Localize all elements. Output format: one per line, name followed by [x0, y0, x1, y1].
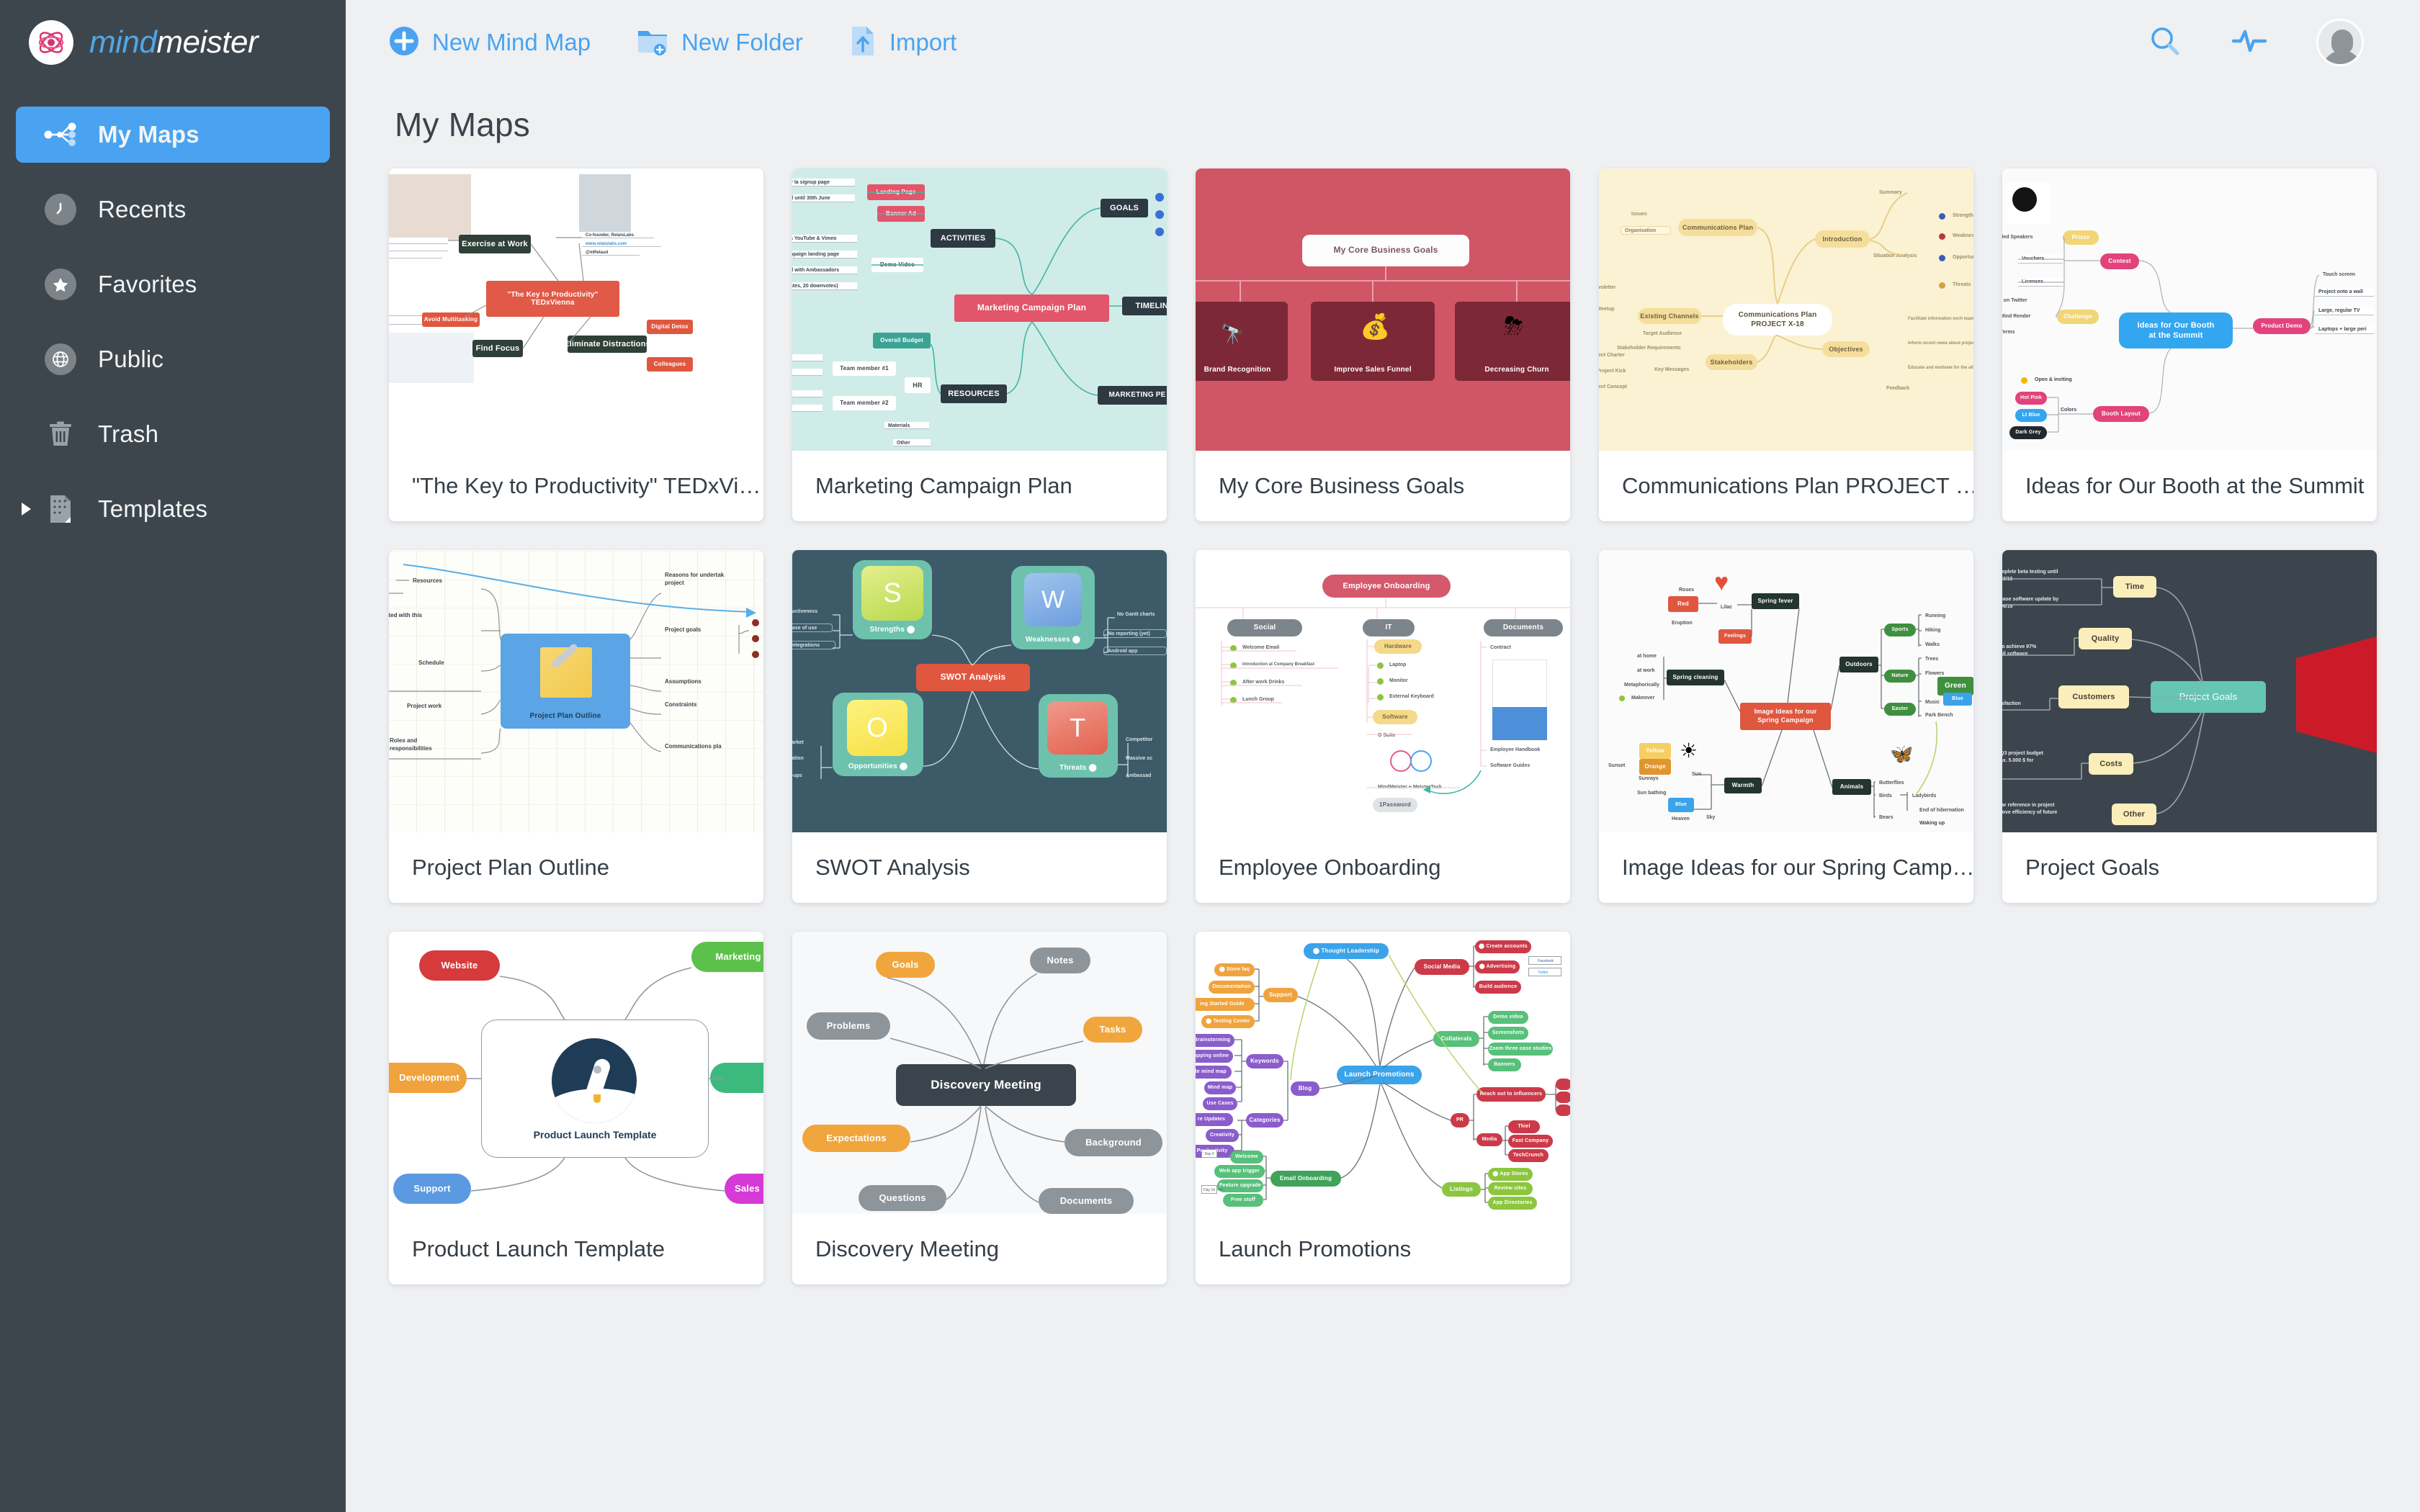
- map-card[interactable]: Issues Organisation Communications Plan …: [1599, 168, 1973, 521]
- search-icon[interactable]: [2148, 24, 2182, 62]
- templates-icon: [43, 492, 78, 526]
- clock-icon: [43, 192, 78, 227]
- sidebar: mindmeister My Maps: [0, 0, 346, 1512]
- map-card[interactable]: Strengths ⬤ S Weaknesses ⬤ W SWOT Analys…: [792, 550, 1167, 903]
- map-card[interactable]: ⬤ Thought Leadership Social Media ⬤ Crea…: [1196, 932, 1570, 1284]
- main-area: New Mind Map New Folder: [346, 0, 2420, 1512]
- map-thumbnail: Website Marketing Development Support Sa…: [389, 932, 763, 1214]
- sidebar-item-favorites[interactable]: Favorites: [16, 256, 330, 312]
- map-thumbnail: ⬤ Thought Leadership Social Media ⬤ Crea…: [1196, 932, 1570, 1214]
- new-folder-label: New Folder: [681, 29, 803, 56]
- map-title: Employee Onboarding: [1196, 832, 1570, 903]
- connector-lines: [2002, 168, 2377, 451]
- map-title: Ideas for Our Booth at the Summit: [2002, 451, 2377, 521]
- map-thumbnail: y la signup page d until 30th June Landi…: [792, 168, 1167, 451]
- map-title: Project Goals: [2002, 832, 2377, 903]
- sidebar-item-label: Trash: [98, 420, 158, 448]
- content-area: My Maps Exercise at Work Co-founder, Rel…: [346, 85, 2420, 1512]
- map-thumbnail: Goals Notes Problems Tasks Discovery Mee…: [792, 932, 1167, 1214]
- map-card[interactable]: Exercise at Work Co-founder, RelaisLabs …: [389, 168, 763, 521]
- connector-lines: [1599, 168, 1973, 451]
- map-card[interactable]: My Core Business Goals Brand Recognition…: [1196, 168, 1570, 521]
- connector-lines: [389, 550, 763, 832]
- connector-lines: [1599, 550, 1973, 832]
- sidebar-item-label: Recents: [98, 196, 186, 223]
- mindmap-icon: [43, 117, 78, 152]
- chevron-right-icon[interactable]: [22, 503, 31, 516]
- connector-lines: [1196, 550, 1570, 832]
- connector-lines: [389, 168, 763, 451]
- import-button[interactable]: Import: [849, 25, 957, 60]
- map-card[interactable]: ♥ Roses Red Eruption Lilac Spring fever …: [1599, 550, 1973, 903]
- activity-pulse-icon[interactable]: [2231, 25, 2267, 60]
- connector-lines: [2002, 550, 2377, 832]
- map-title: Discovery Meeting: [792, 1214, 1167, 1284]
- sidebar-item-my-maps[interactable]: My Maps: [16, 107, 330, 163]
- upload-file-icon: [849, 25, 877, 60]
- sidebar-item-templates[interactable]: Templates: [16, 481, 330, 537]
- map-thumbnail: Exercise at Work Co-founder, RelaisLabs …: [389, 168, 763, 451]
- map-card[interactable]: Resources ated with this Schedule Projec…: [389, 550, 763, 903]
- mindmeister-atom-logo: [29, 20, 73, 65]
- star-icon: [43, 267, 78, 302]
- map-card[interactable]: y la signup page d until 30th June Landi…: [792, 168, 1167, 521]
- brand-wordmark: mindmeister: [89, 24, 258, 60]
- trash-icon: [43, 417, 78, 451]
- map-title: Marketing Campaign Plan: [792, 451, 1167, 521]
- map-title: SWOT Analysis: [792, 832, 1167, 903]
- folder-plus-icon: [637, 27, 668, 59]
- connector-lines: [1196, 168, 1570, 451]
- new-mind-map-label: New Mind Map: [432, 29, 591, 56]
- maps-grid: Exercise at Work Co-founder, RelaisLabs …: [389, 168, 2377, 1284]
- map-title: My Core Business Goals: [1196, 451, 1570, 521]
- sidebar-item-label: My Maps: [98, 121, 200, 148]
- map-title: Image Ideas for our Spring Camp…: [1599, 832, 1973, 903]
- toolbar: New Mind Map New Folder: [346, 0, 2420, 85]
- plus-circle-icon: [389, 26, 419, 60]
- connector-lines: [1196, 932, 1570, 1214]
- connector-lines: [792, 550, 1167, 832]
- map-card[interactable]: Goals Notes Problems Tasks Discovery Mee…: [792, 932, 1167, 1284]
- map-thumbnail: mplete beta testing until03/16 ease soft…: [2002, 550, 2377, 832]
- map-card[interactable]: Employee Onboarding Social IT Documents …: [1196, 550, 1570, 903]
- map-title: Communications Plan PROJECT …: [1599, 451, 1973, 521]
- sidebar-item-label: Templates: [98, 495, 207, 523]
- new-folder-button[interactable]: New Folder: [637, 27, 803, 59]
- import-label: Import: [889, 29, 957, 56]
- page-title: My Maps: [395, 105, 2377, 144]
- sidebar-item-trash[interactable]: Trash: [16, 406, 330, 462]
- map-thumbnail: Issues Organisation Communications Plan …: [1599, 168, 1973, 451]
- globe-icon: [43, 342, 78, 377]
- connector-lines: [792, 168, 1167, 451]
- map-thumbnail: Strengths ⬤ S Weaknesses ⬤ W SWOT Analys…: [792, 550, 1167, 832]
- brand-name-part1: mind: [89, 24, 156, 60]
- sidebar-item-label: Public: [98, 346, 163, 373]
- sidebar-item-recents[interactable]: Recents: [16, 181, 330, 238]
- map-title: Product Launch Template: [389, 1214, 763, 1284]
- sidebar-item-label: Favorites: [98, 271, 197, 298]
- user-avatar-icon[interactable]: [2316, 19, 2364, 66]
- mindmeister-app: mindmeister My Maps: [0, 0, 2420, 1512]
- map-thumbnail: My Core Business Goals Brand Recognition…: [1196, 168, 1570, 451]
- map-thumbnail: Resources ated with this Schedule Projec…: [389, 550, 763, 832]
- new-mind-map-button[interactable]: New Mind Map: [389, 26, 591, 60]
- connector-lines: [389, 932, 763, 1214]
- map-card[interactable]: ded Speakers Prizes Vouchers Licenses Co…: [2002, 168, 2377, 521]
- brand-name-part2: meister: [156, 24, 258, 60]
- map-card[interactable]: Website Marketing Development Support Sa…: [389, 932, 763, 1284]
- brand-logo-block[interactable]: mindmeister: [0, 0, 346, 85]
- sidebar-item-public[interactable]: Public: [16, 331, 330, 387]
- sidebar-nav: My Maps Recents: [0, 107, 346, 537]
- map-thumbnail: ded Speakers Prizes Vouchers Licenses Co…: [2002, 168, 2377, 451]
- map-thumbnail: ♥ Roses Red Eruption Lilac Spring fever …: [1599, 550, 1973, 832]
- map-title: Launch Promotions: [1196, 1214, 1570, 1284]
- toolbar-right-actions: [2148, 19, 2377, 66]
- map-card[interactable]: mplete beta testing until03/16 ease soft…: [2002, 550, 2377, 903]
- connector-lines: [792, 932, 1167, 1214]
- map-title: "The Key to Productivity" TEDxVi…: [389, 451, 763, 521]
- map-title: Project Plan Outline: [389, 832, 763, 903]
- map-thumbnail: Employee Onboarding Social IT Documents …: [1196, 550, 1570, 832]
